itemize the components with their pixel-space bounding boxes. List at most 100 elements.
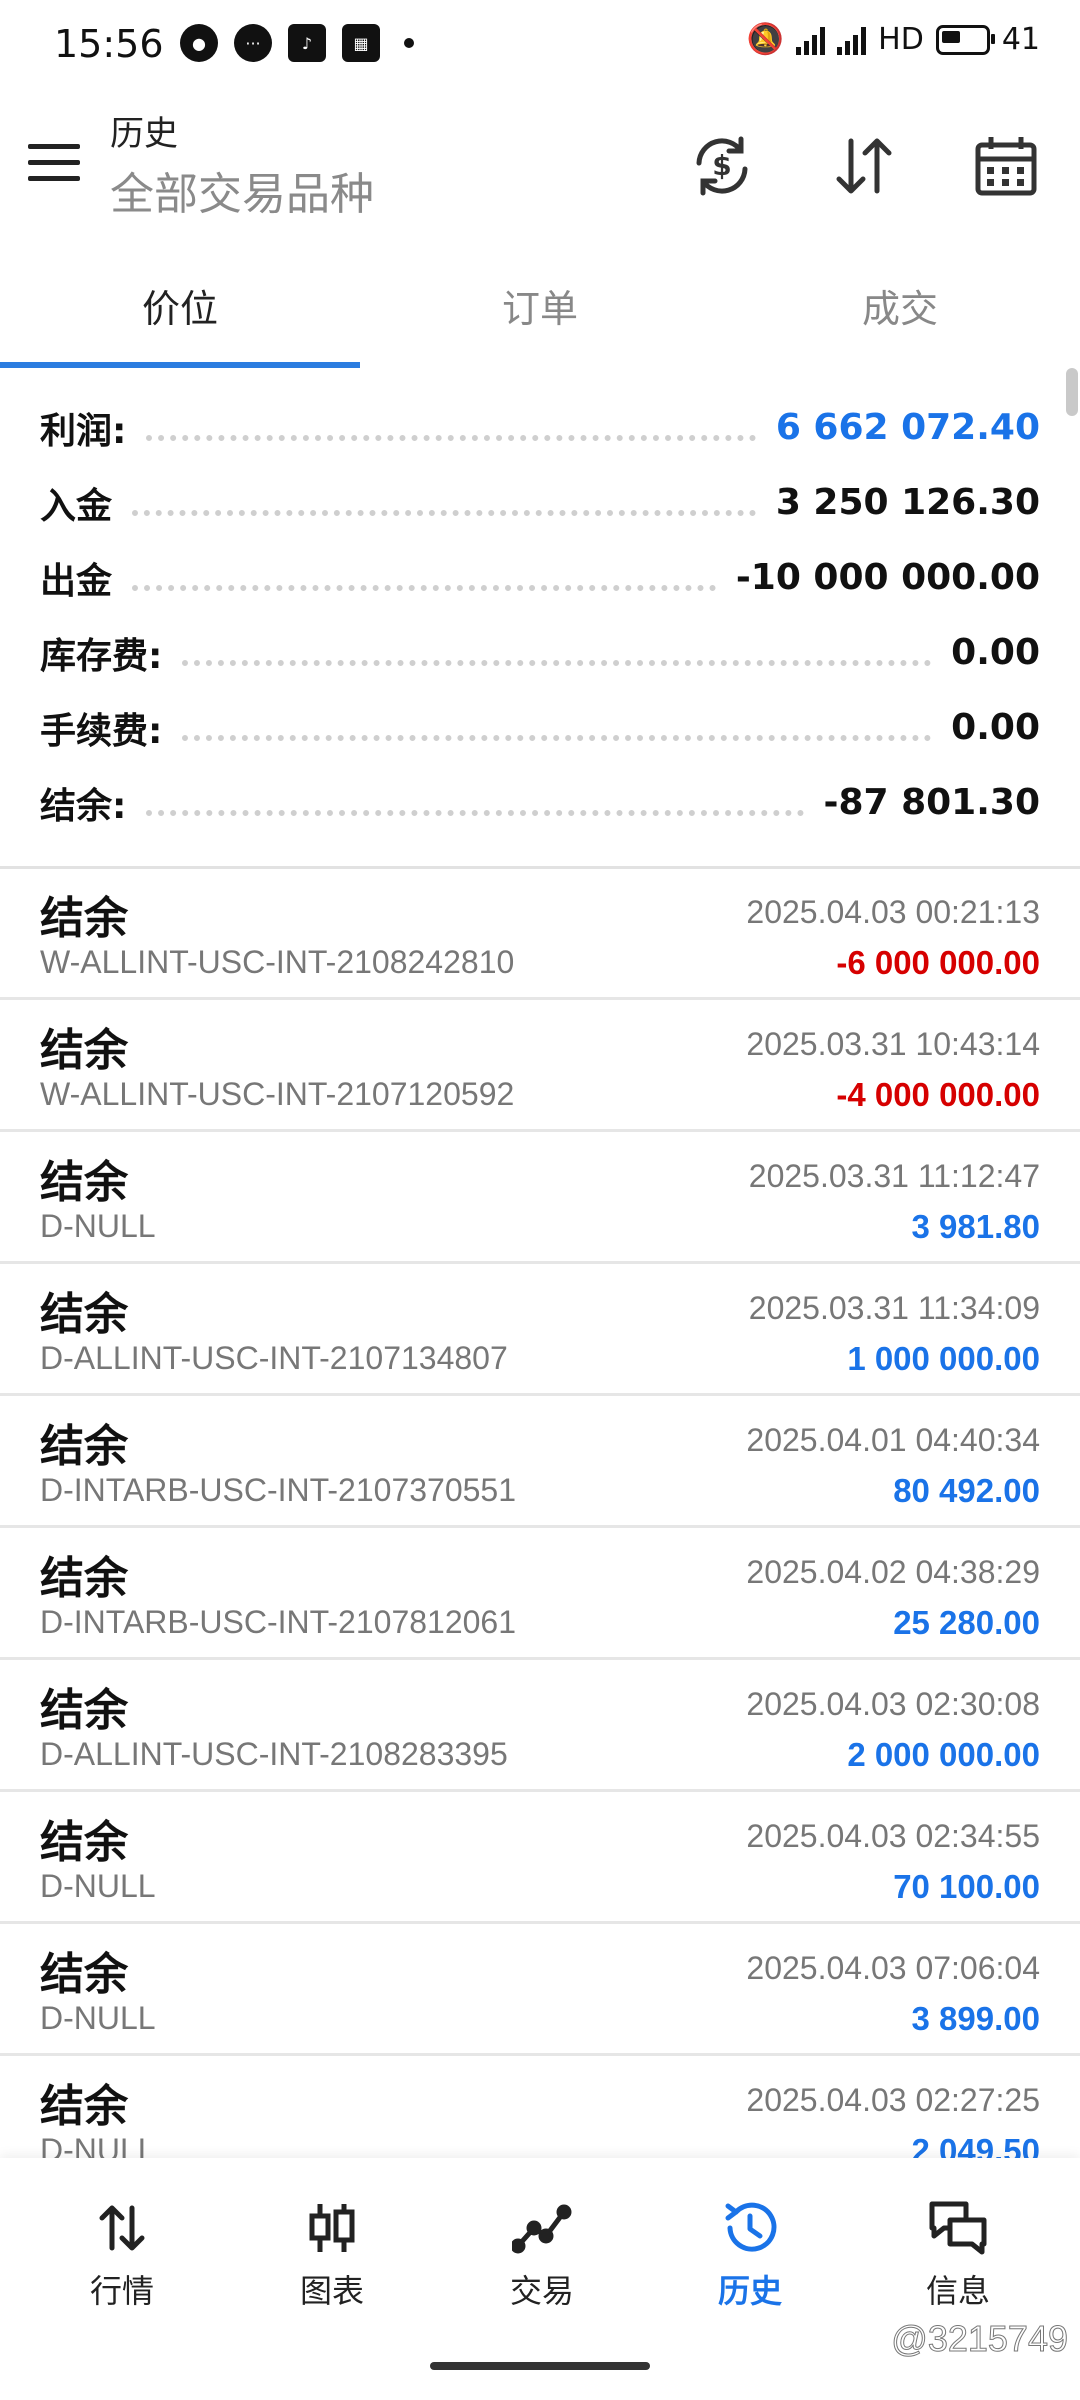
summary-row-balance: 结余: -87 801.30 xyxy=(0,765,1080,840)
system-status: 🔕 HD 41 xyxy=(747,22,1040,57)
summary-row-swap: 库存费: 0.00 xyxy=(0,615,1080,690)
list-item[interactable]: 结余 D-ALLINT-USC-INT-2107134807 2025.03.3… xyxy=(0,1264,1080,1396)
deal-type: 结余 xyxy=(40,1025,128,1076)
deal-time: 2025.04.03 02:27:25 xyxy=(746,2082,1040,2118)
list-item[interactable]: 结余 D-NULL 2025.03.31 11:12:47 3 981.80 xyxy=(0,1132,1080,1264)
deal-comment: W-ALLINT-USC-INT-2107120592 xyxy=(40,1076,515,1112)
deal-comment: D-NULL xyxy=(40,2132,156,2158)
signal-5g-icon-2 xyxy=(837,25,867,55)
deal-type: 结余 xyxy=(40,1949,128,2000)
home-indicator[interactable] xyxy=(430,2362,650,2370)
quotes-arrows-icon xyxy=(22,2198,222,2258)
trade-line-icon xyxy=(442,2198,642,2258)
nav-trade[interactable]: 交易 xyxy=(442,2198,642,2318)
deal-comment: D-NULL xyxy=(40,1868,156,1904)
summary-label: 利润: xyxy=(40,410,127,452)
nav-label: 行情 xyxy=(89,2272,154,2310)
summary-label: 出金 xyxy=(40,560,113,602)
tab-indicator xyxy=(0,362,360,368)
nav-quotes[interactable]: 行情 xyxy=(22,2198,222,2318)
symbol-filter[interactable]: 全部交易品种 xyxy=(110,158,374,222)
deal-amount: -4 000 000.00 xyxy=(836,1076,1040,1113)
summary-value: -10 000 000.00 xyxy=(735,557,1040,598)
deal-comment: D-INTARB-USC-INT-2107812061 xyxy=(40,1604,517,1640)
list-item[interactable]: 结余 D-NULL 2025.04.03 02:27:25 2 049.50 xyxy=(0,2056,1080,2158)
deal-type: 结余 xyxy=(40,1685,128,1736)
deal-amount: 25 280.00 xyxy=(893,1604,1040,1641)
deal-time: 2025.04.03 00:21:13 xyxy=(746,894,1040,930)
summary-value: 3 250 126.30 xyxy=(775,482,1040,523)
deal-time: 2025.04.03 02:34:55 xyxy=(746,1818,1040,1854)
deal-type: 结余 xyxy=(40,1553,128,1604)
summary-row-withdrawal: 出金 -10 000 000.00 xyxy=(0,540,1080,615)
deal-time: 2025.04.01 04:40:34 xyxy=(746,1422,1040,1458)
calendar-icon[interactable] xyxy=(966,126,1046,206)
list-item[interactable]: 结余 W-ALLINT-USC-INT-2108242810 2025.04.0… xyxy=(0,868,1080,1000)
deal-type: 结余 xyxy=(40,1421,128,1472)
nav-label: 图表 xyxy=(299,2272,364,2310)
sort-icon[interactable] xyxy=(824,126,904,206)
summary-value: -87 801.30 xyxy=(823,782,1041,823)
deal-time: 2025.03.31 10:43:14 xyxy=(746,1026,1040,1062)
mute-bell-icon: 🔕 xyxy=(746,22,785,57)
deal-time: 2025.03.31 11:34:09 xyxy=(748,1290,1040,1326)
list-item[interactable]: 结余 D-INTARB-USC-INT-2107812061 2025.04.0… xyxy=(0,1528,1080,1660)
status-bar: 15:56 ● ··· ♪ ▦ 🔕 HD 41 xyxy=(0,0,1080,92)
summary-value: 6 662 072.40 xyxy=(775,407,1040,448)
deal-type: 结余 xyxy=(40,1157,128,1208)
list-item[interactable]: 结余 D-ALLINT-USC-INT-2108283395 2025.04.0… xyxy=(0,1660,1080,1792)
battery-icon xyxy=(935,24,995,55)
dotted-leader xyxy=(132,509,756,516)
news-app-icon: ▦ xyxy=(342,24,380,62)
deal-comment: D-NULL xyxy=(40,2000,156,2036)
messages-icon xyxy=(858,2198,1058,2258)
status-time: 15:56 xyxy=(54,22,164,66)
deal-amount: 3 981.80 xyxy=(911,1208,1040,1245)
dotted-leader xyxy=(146,434,756,441)
history-clock-icon xyxy=(650,2198,850,2258)
nav-history[interactable]: 历史 xyxy=(650,2198,850,2318)
deal-type: 结余 xyxy=(40,893,128,944)
deal-comment: D-ALLINT-USC-INT-2107134807 xyxy=(40,1340,508,1376)
tab-deals[interactable]: 成交 xyxy=(720,242,1080,368)
summary-value: 0.00 xyxy=(951,707,1040,748)
tab-orders[interactable]: 订单 xyxy=(360,242,720,368)
summary-label: 入金 xyxy=(40,485,113,527)
deal-amount: 80 492.00 xyxy=(893,1472,1040,1509)
battery-level: 41 xyxy=(1001,22,1040,57)
tiktok-app-icon: ♪ xyxy=(288,24,326,62)
summary-row-profit: 利润: 6 662 072.40 xyxy=(0,390,1080,465)
currency-refresh-icon[interactable]: $ xyxy=(682,126,762,206)
menu-icon[interactable] xyxy=(28,144,80,184)
summary-row-deposit: 入金 3 250 126.30 xyxy=(0,465,1080,540)
tab-bar: 价位 订单 成交 xyxy=(0,242,1080,368)
svg-text:$: $ xyxy=(712,149,731,182)
nav-messages[interactable]: 信息 xyxy=(858,2198,1058,2318)
deal-time: 2025.04.02 04:38:29 xyxy=(746,1554,1040,1590)
deal-comment: W-ALLINT-USC-INT-2108242810 xyxy=(40,944,515,980)
deal-time: 2025.04.03 07:06:04 xyxy=(746,1950,1040,1986)
chat-app-icon: ● xyxy=(180,24,218,62)
candlestick-chart-icon xyxy=(232,2198,432,2258)
nav-charts[interactable]: 图表 xyxy=(232,2198,432,2318)
nav-label: 信息 xyxy=(925,2272,990,2310)
dotted-leader xyxy=(146,809,804,816)
deal-comment: D-NULL xyxy=(40,1208,156,1244)
deal-time: 2025.03.31 11:12:47 xyxy=(748,1158,1040,1194)
summary-label: 结余: xyxy=(40,785,127,827)
summary-panel: 利润: 6 662 072.40 入金 3 250 126.30 出金 -10 … xyxy=(0,390,1080,840)
summary-label: 库存费: xyxy=(40,635,163,677)
deal-amount: 70 100.00 xyxy=(893,1868,1040,1905)
nav-label: 历史 xyxy=(717,2272,782,2310)
list-item[interactable]: 结余 D-NULL 2025.04.03 02:34:55 70 100.00 xyxy=(0,1792,1080,1924)
deal-list[interactable]: 结余 W-ALLINT-USC-INT-2108242810 2025.04.0… xyxy=(0,868,1080,2158)
tab-positions[interactable]: 价位 xyxy=(0,242,360,368)
deal-type: 结余 xyxy=(40,1817,128,1868)
list-item[interactable]: 结余 W-ALLINT-USC-INT-2107120592 2025.03.3… xyxy=(0,1000,1080,1132)
deal-amount: 1 000 000.00 xyxy=(847,1340,1040,1377)
list-item[interactable]: 结余 D-INTARB-USC-INT-2107370551 2025.04.0… xyxy=(0,1396,1080,1528)
signal-5g-icon xyxy=(796,25,826,55)
list-item[interactable]: 结余 D-NULL 2025.04.03 07:06:04 3 899.00 xyxy=(0,1924,1080,2056)
network-label: HD xyxy=(878,22,924,57)
notification-icons: ● ··· ♪ ▦ xyxy=(180,24,414,62)
